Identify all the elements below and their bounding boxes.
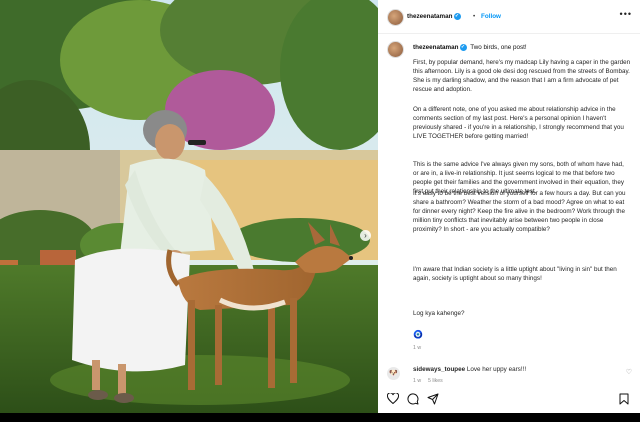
caption-paragraph-6: Log kya kahenge? bbox=[413, 310, 465, 317]
comment-likes[interactable]: 5 likes bbox=[428, 378, 443, 384]
caption-title: Two birds, one post! bbox=[470, 44, 527, 52]
post-photo[interactable]: › bbox=[0, 0, 378, 413]
commenter-avatar[interactable]: 🐶 bbox=[387, 367, 400, 380]
share-icon[interactable] bbox=[427, 393, 439, 405]
caption-paragraph-4-text: It's easy to be the best version of your… bbox=[413, 190, 626, 233]
separator-dot: • bbox=[473, 13, 476, 20]
comment-time: 1 w bbox=[413, 378, 422, 384]
nazar-emoji: 🧿 bbox=[413, 330, 423, 339]
caption-header-line: thezeenataman ✓ Two birds, one post! bbox=[413, 44, 527, 51]
comment-like-heart-icon[interactable]: ♡ bbox=[626, 368, 632, 376]
comments-scroll-area[interactable]: thezeenataman ✓ Two birds, one post! Firs… bbox=[378, 34, 640, 364]
verified-badge-icon: ✓ bbox=[459, 44, 467, 51]
author-avatar[interactable] bbox=[387, 9, 404, 26]
post-details-panel: thezeenataman ✓ • Follow ••• thezeenatama… bbox=[378, 0, 640, 413]
bookmark-icon[interactable] bbox=[619, 393, 629, 405]
heart-icon[interactable] bbox=[387, 393, 399, 404]
caption-paragraph-1: First, by popular demand, here's my madc… bbox=[413, 59, 631, 93]
follow-button[interactable]: Follow bbox=[481, 13, 501, 20]
action-bar bbox=[378, 390, 640, 422]
caption-author-avatar[interactable] bbox=[387, 41, 404, 58]
more-options-icon[interactable]: ••• bbox=[620, 9, 632, 19]
chevron-right-icon: › bbox=[364, 231, 367, 240]
post-header: thezeenataman ✓ • Follow ••• bbox=[378, 0, 640, 34]
comment-line: sideways_toupee Love her uppy ears!!! bbox=[413, 366, 526, 373]
author-username-header[interactable]: thezeenataman ✓ bbox=[407, 13, 461, 20]
comment-icon[interactable] bbox=[407, 393, 419, 405]
caption-paragraph-5: I'm aware that Indian society is a littl… bbox=[413, 266, 617, 282]
post-time: 1 w bbox=[413, 345, 422, 351]
commenter-username[interactable]: sideways_toupee bbox=[413, 366, 465, 373]
verified-badge-icon: ✓ bbox=[453, 13, 461, 20]
post-image bbox=[0, 0, 378, 413]
caption-paragraph-2: On a different note, one of you asked me… bbox=[413, 106, 624, 140]
caption-author-name[interactable]: thezeenataman bbox=[413, 44, 459, 51]
author-name[interactable]: thezeenataman bbox=[407, 13, 453, 20]
next-photo-button[interactable]: › bbox=[360, 230, 371, 241]
comment-text: Love her uppy ears!!! bbox=[466, 366, 527, 373]
